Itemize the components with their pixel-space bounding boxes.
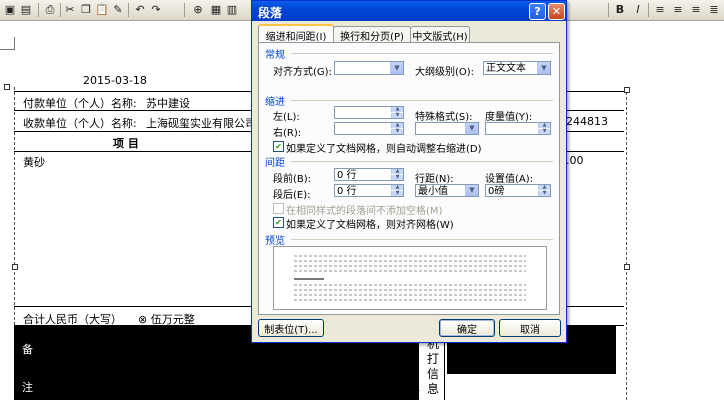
- chevron-down-icon: ▼: [465, 185, 478, 196]
- help-button[interactable]: ?: [529, 3, 546, 20]
- right-indent-field[interactable]: ▲ ▼: [334, 122, 404, 135]
- spin-down-icon[interactable]: ▼: [538, 191, 550, 196]
- payer-value: 苏中建设: [146, 97, 190, 110]
- total-label: 合计人民币（大写）: [23, 313, 122, 326]
- preview-box: [273, 246, 547, 310]
- document-date: 2015-03-18: [83, 74, 147, 87]
- justify-icon[interactable]: ≣: [706, 1, 722, 18]
- payee-label: 收款单位（个人）名称:: [23, 117, 137, 130]
- format-painter-icon[interactable]: ✎: [110, 1, 126, 18]
- measure-label: 度量值(Y):: [485, 112, 533, 123]
- auto-right-indent-checkbox[interactable]: ✔: [273, 141, 284, 152]
- chevron-down-icon: ▼: [390, 62, 403, 74]
- columns-icon[interactable]: ▥: [224, 1, 240, 18]
- void-notice: 超壹拾万元无效: [336, 387, 421, 401]
- indent-spacing-panel: 常规 对齐方式(G): ▼ 大纲级别(O): 正文文本 ▼ 缩进 左(L): ▲…: [258, 42, 560, 315]
- align-center-icon[interactable]: ≡: [670, 1, 686, 18]
- bold-button[interactable]: B: [612, 1, 628, 18]
- spin-down-icon[interactable]: ▼: [391, 129, 403, 134]
- open-icon[interactable]: ▤: [18, 1, 34, 18]
- snap-to-grid-checkbox[interactable]: ✔: [273, 217, 284, 228]
- spin-down-icon[interactable]: ▼: [391, 113, 403, 118]
- spin-down-icon[interactable]: ▼: [391, 191, 403, 196]
- tab-stops-button[interactable]: 制表位(T)...: [258, 319, 324, 337]
- alignment-label: 对齐方式(G):: [273, 67, 332, 78]
- remark-char-2: 注: [22, 381, 33, 394]
- setting-value-label: 设置值(A):: [485, 174, 534, 185]
- spin-down-icon[interactable]: ▼: [538, 129, 550, 134]
- redo-icon[interactable]: ↷: [148, 1, 164, 18]
- cancel-button[interactable]: 取消: [499, 319, 561, 337]
- auto-right-indent-label: 如果定义了文档网格，则自动调整右缩进(D): [286, 144, 482, 155]
- table-icon[interactable]: ▦: [208, 1, 224, 18]
- right-indent-label: 右(R):: [273, 128, 302, 139]
- no-space-same-style-label: 在相同样式的段落间不添加空格(M): [286, 206, 443, 217]
- paragraph-dialog: 段落 ? ✕ 缩进和间距(I) 换行和分页(P) 中文版式(H) 常规 对齐方式…: [251, 0, 567, 343]
- amount-fragment: .00: [566, 154, 584, 167]
- space-before-field[interactable]: 0 行 ▲ ▼: [334, 168, 404, 181]
- payee-value: 上海砚玺实业有限公司: [146, 117, 256, 130]
- chevron-down-icon: ▼: [537, 62, 550, 74]
- undo-icon[interactable]: ↶: [132, 1, 148, 18]
- line-spacing-label: 行距(N):: [415, 174, 454, 185]
- outline-level-select[interactable]: 正文文本 ▼: [483, 61, 551, 75]
- tab-line-page-breaks[interactable]: 换行和分页(P): [333, 26, 411, 43]
- tab-asian-typography[interactable]: 中文版式(H): [410, 26, 470, 43]
- space-after-field[interactable]: 0 行 ▲ ▼: [334, 184, 404, 197]
- paste-icon[interactable]: 📋: [94, 1, 110, 18]
- margin-corner-mark: [0, 37, 15, 50]
- special-format-label: 特殊格式(S):: [415, 112, 473, 123]
- spin-down-icon[interactable]: ▼: [391, 175, 403, 180]
- hyperlink-icon[interactable]: ⊕: [190, 1, 206, 18]
- no-space-same-style-checkbox[interactable]: [273, 203, 284, 214]
- align-right-icon[interactable]: ≡: [688, 1, 704, 18]
- account-fragment: 244813: [566, 115, 608, 128]
- remark-char-1: 备: [22, 343, 33, 356]
- total-value: ⊗ 伍万元整: [138, 313, 195, 326]
- print-icon[interactable]: ⎙: [42, 1, 58, 18]
- outline-level-label: 大纲级别(O):: [415, 67, 475, 78]
- special-format-select[interactable]: ▼: [415, 122, 479, 135]
- cut-icon[interactable]: ✂: [62, 1, 78, 18]
- indent-section-title: 缩进: [265, 97, 285, 108]
- close-button[interactable]: ✕: [548, 3, 565, 20]
- general-section-title: 常规: [265, 50, 285, 61]
- italic-button[interactable]: I: [630, 1, 646, 18]
- machine-print-info: 机打信息: [427, 337, 440, 396]
- save-icon[interactable]: ▣: [2, 1, 18, 18]
- item-header: 项 目: [113, 137, 139, 150]
- left-indent-label: 左(L):: [273, 112, 300, 123]
- item-value: 黄砂: [23, 156, 45, 169]
- align-left-icon[interactable]: ≡: [652, 1, 668, 18]
- copy-icon[interactable]: ❐: [78, 1, 94, 18]
- measure-field[interactable]: ▲ ▼: [485, 122, 551, 135]
- ok-button[interactable]: 确定: [439, 319, 495, 337]
- chevron-down-icon: ▼: [465, 123, 478, 134]
- setting-value-field[interactable]: 0磅 ▲ ▼: [485, 184, 551, 197]
- left-indent-field[interactable]: ▲ ▼: [334, 106, 404, 119]
- line-spacing-select[interactable]: 最小值 ▼: [415, 184, 479, 197]
- table-move-handle-icon[interactable]: [4, 84, 10, 90]
- preview-section-title: 预览: [265, 236, 285, 247]
- dialog-titlebar[interactable]: 段落 ? ✕: [252, 1, 566, 21]
- space-before-label: 段前(B):: [273, 174, 312, 185]
- alignment-select[interactable]: ▼: [334, 61, 404, 75]
- space-after-label: 段后(E):: [273, 190, 311, 201]
- snap-to-grid-label: 如果定义了文档网格，则对齐网格(W): [286, 220, 454, 231]
- spacing-section-title: 间距: [265, 158, 285, 169]
- payer-label: 付款单位（个人）名称:: [23, 97, 137, 110]
- dialog-title: 段落: [258, 6, 283, 20]
